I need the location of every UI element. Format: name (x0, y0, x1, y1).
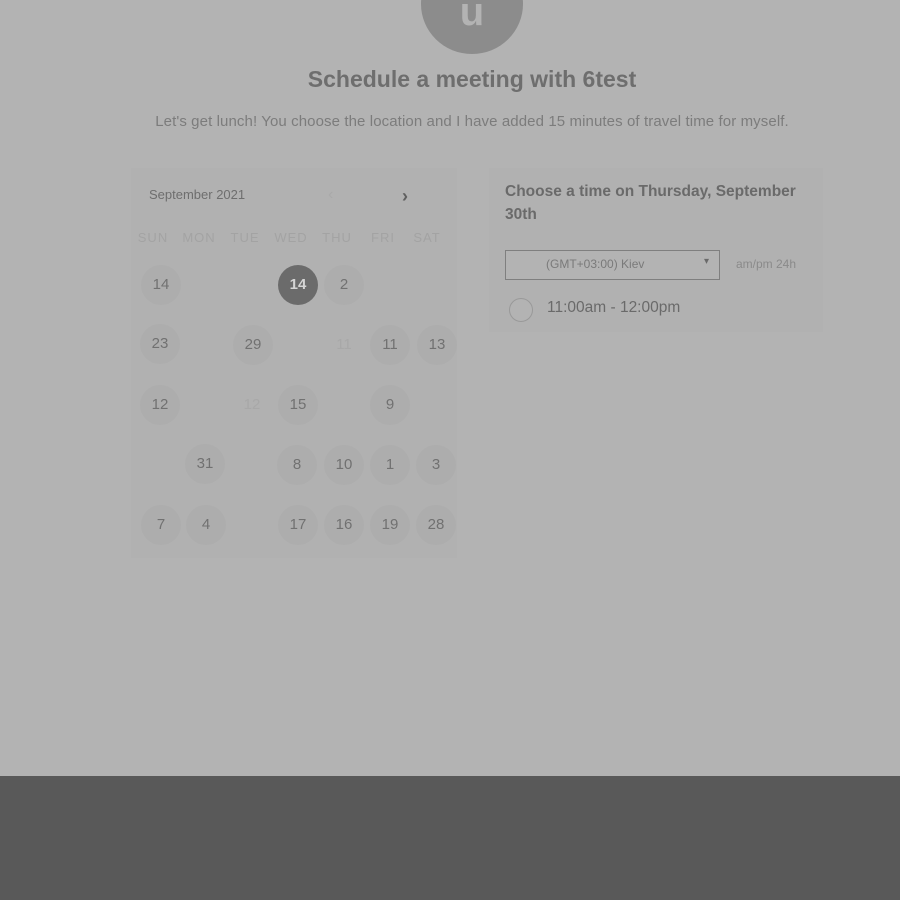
calendar-day-unavailable: 11 (336, 336, 352, 353)
calendar-day[interactable]: 29 (233, 325, 273, 365)
calendar-day[interactable]: 16 (324, 505, 364, 545)
calendar-day[interactable]: 13 (417, 325, 457, 365)
weekday-sat: SAT (413, 230, 441, 245)
calendar-day[interactable]: 14 (141, 265, 181, 305)
page-title: Schedule a meeting with 6test (307, 66, 637, 92)
calendar-day[interactable]: 1 (370, 445, 410, 485)
footer-band (0, 776, 900, 900)
calendar-day[interactable]: 28 (416, 505, 456, 545)
chevron-left-icon[interactable]: ‹ (328, 186, 333, 204)
calendar-day[interactable]: 2 (324, 265, 364, 305)
calendar-day[interactable]: 15 (278, 385, 318, 425)
calendar-panel (131, 168, 457, 558)
timezone-select[interactable]: (GMT+03:00) Kiev ▾ (505, 250, 720, 280)
weekday-tue: TUE (230, 230, 260, 245)
content-area: u Schedule a meeting with 6test Let's ge… (0, 0, 900, 776)
calendar-day[interactable]: 19 (370, 505, 410, 545)
weekday-sun: SUN (137, 230, 169, 245)
weekday-mon: MON (182, 230, 216, 245)
avatar: u (421, 0, 523, 54)
calendar-day[interactable]: 8 (277, 445, 317, 485)
calendar-day-unavailable: 12 (243, 396, 261, 413)
weekday-fri: FRI (371, 230, 395, 245)
calendar-day[interactable]: 17 (278, 505, 318, 545)
month-label: September 2021 (149, 187, 246, 202)
time-format-toggle[interactable]: am/pm 24h (736, 257, 796, 271)
timezone-value: (GMT+03:00) Kiev (546, 257, 645, 271)
page-subtitle: Let's get lunch! You choose the location… (155, 113, 789, 130)
calendar-day[interactable]: 11 (370, 325, 410, 365)
calendar-day[interactable]: 9 (370, 385, 410, 425)
calendar-day-selected[interactable]: 14 (278, 265, 318, 305)
chevron-right-icon[interactable]: › (402, 186, 408, 207)
calendar-day[interactable]: 7 (141, 505, 181, 545)
calendar-day[interactable]: 4 (186, 505, 226, 545)
weekday-wed: WED (274, 230, 308, 245)
time-slot-label[interactable]: 11:00am - 12:00pm (547, 299, 680, 317)
calendar-day[interactable]: 23 (140, 324, 180, 364)
time-slot-radio[interactable] (509, 298, 533, 322)
caret-down-icon: ▾ (703, 256, 709, 267)
calendar-day[interactable]: 12 (140, 385, 180, 425)
calendar-day[interactable]: 3 (416, 445, 456, 485)
calendar-day[interactable]: 10 (324, 445, 364, 485)
time-heading: Choose a time on Thursday, September 30t… (505, 183, 796, 223)
weekday-thu: THU (322, 230, 352, 245)
calendar-day[interactable]: 31 (185, 444, 225, 484)
